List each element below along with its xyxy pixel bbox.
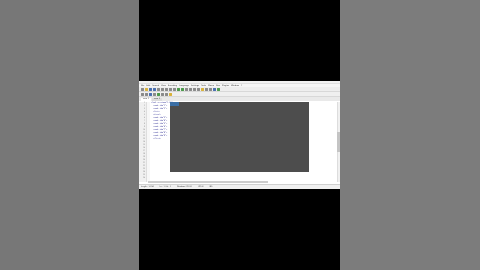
menu-view[interactable]: View bbox=[161, 85, 166, 87]
paste-icon[interactable] bbox=[173, 87, 176, 91]
editor-window: File Edit Search View Encoding Language … bbox=[139, 81, 340, 189]
new-file-icon[interactable] bbox=[141, 87, 144, 91]
status-position: Ln : 1 Col : 1 bbox=[159, 186, 171, 188]
record-macro-icon[interactable] bbox=[213, 87, 216, 91]
print-icon[interactable] bbox=[161, 87, 164, 91]
bookmark-icon[interactable] bbox=[201, 87, 204, 91]
left-letterbox bbox=[0, 0, 139, 270]
line-number-gutter: 1 2 3 4 5 6 7 8 9 10 11 12 13 14 15 16 17 18 19 20 21 22 23 24 2… bbox=[139, 102, 147, 182]
wrap-icon[interactable] bbox=[205, 87, 208, 91]
tab-new-1[interactable]: new 1 bbox=[141, 98, 152, 101]
status-insert-mode: INS bbox=[209, 186, 213, 188]
status-encoding: UTF-8 bbox=[198, 186, 204, 188]
find-icon[interactable] bbox=[185, 87, 188, 91]
document-tabs: new 1 new 2 bbox=[139, 97, 340, 101]
plugin-icon[interactable] bbox=[149, 92, 152, 96]
overlay-corner-marker bbox=[170, 102, 179, 106]
status-eol: Windows (CR LF) bbox=[176, 186, 193, 188]
menu-tools[interactable]: Tools bbox=[201, 85, 206, 87]
zoom-in-icon[interactable] bbox=[193, 87, 196, 91]
tab-new-2[interactable]: new 2 bbox=[152, 98, 163, 101]
horizontal-scrollbar[interactable] bbox=[148, 181, 268, 183]
menu-macro[interactable]: Macro bbox=[208, 85, 214, 87]
menu-plugins[interactable]: Plugins bbox=[222, 85, 229, 87]
menu-window[interactable]: Window bbox=[231, 85, 239, 87]
menu-edit[interactable]: Edit bbox=[146, 85, 150, 87]
undo-icon[interactable] bbox=[177, 87, 180, 91]
plugin-icon[interactable] bbox=[153, 92, 156, 96]
plugin-icon[interactable] bbox=[141, 92, 144, 96]
menu-language[interactable]: Language bbox=[179, 85, 189, 87]
redo-icon[interactable] bbox=[181, 87, 184, 91]
zoom-out-icon[interactable] bbox=[197, 87, 200, 91]
menu-file[interactable]: File bbox=[141, 85, 144, 87]
vertical-scrollbar[interactable] bbox=[337, 102, 340, 182]
right-letterbox bbox=[340, 0, 480, 270]
indent-guide-icon[interactable] bbox=[209, 87, 212, 91]
plugin-icon[interactable] bbox=[165, 92, 168, 96]
menu-help[interactable]: ? bbox=[241, 85, 242, 87]
open-folder-icon[interactable] bbox=[145, 87, 148, 91]
plugin-icon[interactable] bbox=[169, 92, 172, 96]
cut-icon[interactable] bbox=[165, 87, 168, 91]
copy-icon[interactable] bbox=[169, 87, 172, 91]
play-macro-icon[interactable] bbox=[217, 87, 220, 91]
save-icon[interactable] bbox=[149, 87, 152, 91]
menu-encoding[interactable]: Encoding bbox=[168, 85, 177, 87]
plugin-icon[interactable] bbox=[161, 92, 164, 96]
menu-settings[interactable]: Settings bbox=[191, 85, 199, 87]
status-length: length : 1,234 bbox=[141, 186, 154, 188]
plugin-icon[interactable] bbox=[145, 92, 148, 96]
status-bar: length : 1,234 Ln : 1 Col : 1 Windows (C… bbox=[139, 184, 340, 189]
close-icon[interactable] bbox=[157, 87, 160, 91]
menu-search[interactable]: Search bbox=[152, 85, 159, 87]
save-all-icon[interactable] bbox=[153, 87, 156, 91]
menu-run[interactable]: Run bbox=[216, 85, 220, 87]
dark-overlay-panel bbox=[170, 102, 309, 172]
replace-icon[interactable] bbox=[189, 87, 192, 91]
vertical-scroll-thumb[interactable] bbox=[337, 132, 340, 152]
plugin-icon[interactable] bbox=[157, 92, 160, 96]
line-number: 26 bbox=[142, 177, 145, 179]
